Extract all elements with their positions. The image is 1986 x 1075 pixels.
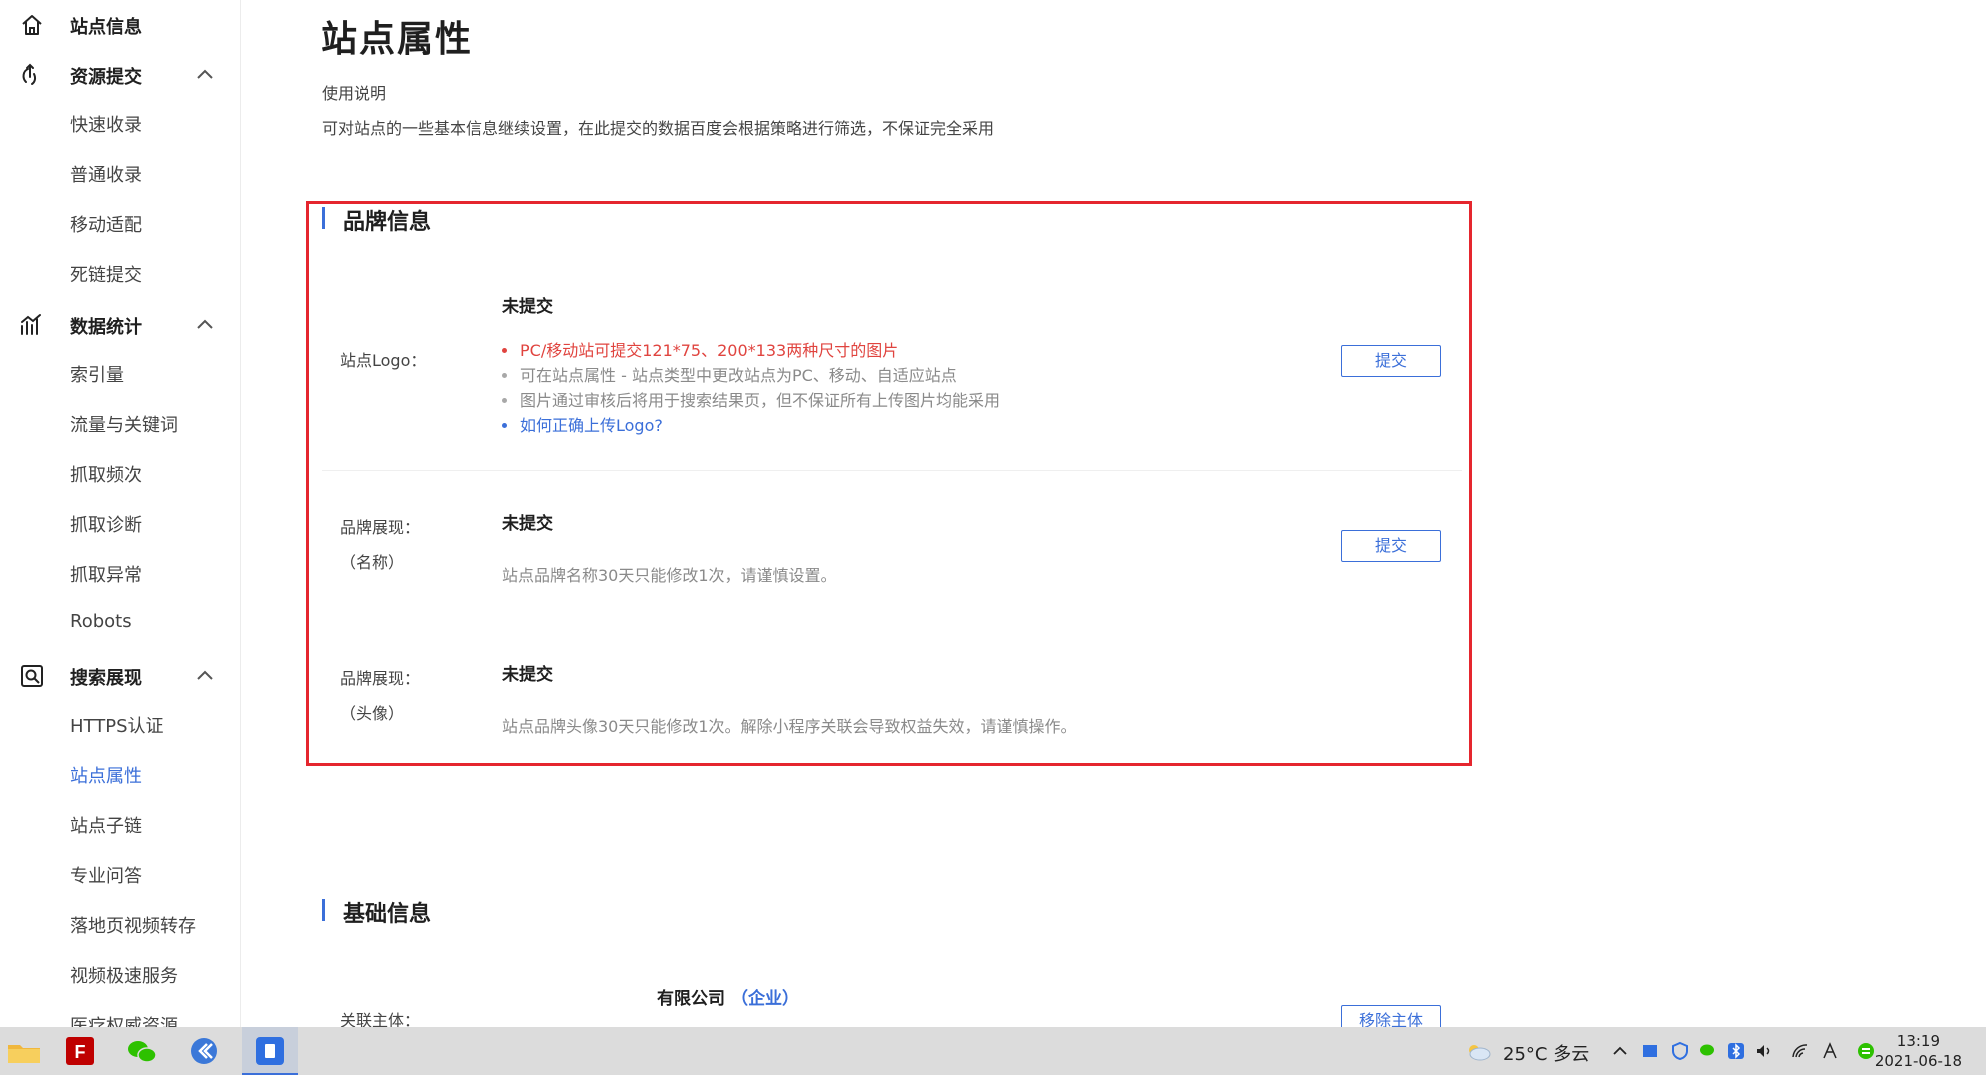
sidebar-group-search-display[interactable]: 搜索展现: [0, 655, 240, 695]
sidebar-item-crawl-errors[interactable]: 抓取异常: [70, 561, 142, 587]
chart-icon: [21, 314, 41, 335]
sidebar-item-landing-video[interactable]: 落地页视频转存: [70, 912, 196, 938]
brand-name-hint: 站点品牌名称30天只能修改1次，请谨慎设置。: [502, 566, 837, 585]
sidebar-group-data-stats[interactable]: 数据统计: [0, 304, 240, 344]
weather-text[interactable]: 25°C 多云: [1503, 1040, 1589, 1066]
sidebar-group-label: 数据统计: [70, 317, 142, 338]
taskbar: F 25°C 多云 13:19 2021-06-18: [0, 1027, 1986, 1075]
sidebar-item-normal-index[interactable]: 普通收录: [70, 161, 142, 187]
basic-section-title: 基础信息: [343, 902, 432, 927]
page-title: 站点属性: [321, 19, 474, 60]
input-method-icon[interactable]: [1820, 1041, 1840, 1061]
svg-text:F: F: [75, 1042, 86, 1062]
company-name-text: 有限公司: [657, 989, 725, 1009]
entity-label: 关联主体：: [340, 1011, 421, 1027]
sidebar-item-crawl-diagnosis[interactable]: 抓取诊断: [70, 511, 142, 537]
chevron-up-icon[interactable]: [196, 67, 214, 81]
clock-date: 2021-06-18: [1874, 1052, 1962, 1070]
remove-entity-button[interactable]: 移除主体: [1341, 1005, 1441, 1027]
sidebar-item-site-attributes[interactable]: 站点属性: [70, 762, 142, 788]
system-clock[interactable]: 13:19 2021-06-18: [1875, 1031, 1962, 1071]
brand-avatar-sublabel: （头像）: [340, 704, 405, 723]
brand-name-submit-button[interactable]: 提交: [1341, 530, 1441, 562]
company-name: 有限公司 （企业）: [657, 984, 799, 1009]
submit-icon: [22, 63, 37, 85]
sidebar-item-label: 站点信息: [70, 17, 142, 38]
sidebar-item-medical-resources[interactable]: 医疗权威资源: [70, 1012, 178, 1027]
brand-name-status: 未提交: [502, 514, 553, 534]
logo-status: 未提交: [502, 297, 553, 317]
sync-app-icon[interactable]: [1856, 1041, 1876, 1061]
sidebar-item-expert-qa[interactable]: 专业问答: [70, 862, 142, 888]
browser-icon[interactable]: [180, 1027, 228, 1075]
sidebar: 站点信息 资源提交 快速收录 普通收录 移动适配 死链提交 数据统计 索引量 流…: [0, 0, 241, 1027]
chevron-up-icon[interactable]: [196, 317, 214, 331]
usage-description: 可对站点的一些基本信息继续设置，在此提交的数据百度会根据策略进行筛选，不保证完全…: [322, 119, 995, 138]
section-accent-bar: [322, 899, 325, 921]
usage-title: 使用说明: [322, 84, 387, 103]
sidebar-item-robots[interactable]: Robots: [70, 611, 132, 632]
wifi-icon[interactable]: [1790, 1041, 1810, 1061]
shield-icon[interactable]: [1670, 1041, 1690, 1061]
bluetooth-icon[interactable]: [1726, 1041, 1746, 1061]
notes-logo-icon: [256, 1037, 284, 1065]
brand-avatar-label: 品牌展现：: [340, 669, 421, 688]
filezilla-logo-icon: F: [66, 1037, 94, 1065]
sidebar-item-https[interactable]: HTTPS认证: [70, 712, 164, 738]
chevron-up-icon[interactable]: [1610, 1041, 1630, 1061]
sidebar-item-dead-link[interactable]: 死链提交: [70, 261, 142, 287]
brand-name-sublabel: （名称）: [340, 553, 405, 572]
file-explorer-icon[interactable]: [0, 1027, 48, 1075]
logo-help-link[interactable]: 如何正确上传Logo?: [502, 413, 1000, 438]
logo-requirements-list: PC/移动站可提交121*75、200*133两种尺寸的图片 可在站点属性 - …: [502, 338, 1000, 438]
wechat-tray-icon[interactable]: [1698, 1041, 1718, 1061]
logo-site-type-note: 可在站点属性 - 站点类型中更改站点为PC、移动、自适应站点: [502, 363, 1000, 388]
folder-icon: [8, 1045, 40, 1063]
notes-icon[interactable]: [242, 1027, 298, 1075]
brand-name-label: 品牌展现：: [340, 518, 421, 537]
app-tray-icon[interactable]: [1640, 1041, 1660, 1061]
logo-size-requirement: PC/移动站可提交121*75、200*133两种尺寸的图片: [502, 338, 1000, 363]
home-icon: [22, 15, 42, 35]
speaker-icon[interactable]: [1754, 1041, 1774, 1061]
sidebar-item-site-info[interactable]: 站点信息: [0, 4, 240, 44]
filezilla-icon[interactable]: F: [56, 1027, 104, 1075]
sidebar-item-index-volume[interactable]: 索引量: [70, 361, 124, 387]
sidebar-item-video-speed[interactable]: 视频极速服务: [70, 962, 178, 988]
sidebar-item-sitelinks[interactable]: 站点子链: [70, 812, 142, 838]
logo-review-note: 图片通过审核后将用于搜索结果页，但不保证所有上传图片均能采用: [502, 388, 1000, 413]
logo-submit-button[interactable]: 提交: [1341, 345, 1441, 377]
weather-cloud-icon: [1469, 1045, 1491, 1061]
wechat-logo-icon: [128, 1041, 157, 1063]
sidebar-item-crawl-frequency[interactable]: 抓取频次: [70, 461, 142, 487]
sidebar-item-mobile-adapt[interactable]: 移动适配: [70, 211, 142, 237]
page: 站点信息 资源提交 快速收录 普通收录 移动适配 死链提交 数据统计 索引量 流…: [0, 0, 1986, 1075]
chevron-up-icon[interactable]: [196, 668, 214, 682]
brand-avatar-hint: 站点品牌头像30天只能修改1次。解除小程序关联会导致权益失效，请谨慎操作。: [502, 717, 1077, 736]
clock-time: 13:19: [1896, 1032, 1941, 1050]
company-type: （企业）: [731, 989, 799, 1009]
sidebar-group-label: 资源提交: [70, 67, 142, 88]
sidebar-group-resource-submit[interactable]: 资源提交: [0, 54, 240, 94]
sidebar-item-traffic-keywords[interactable]: 流量与关键词: [70, 411, 178, 437]
row-divider: [322, 470, 1462, 471]
search-display-icon: [21, 665, 43, 687]
highlight-annotation-box: [306, 201, 1472, 766]
section-accent-bar: [322, 207, 325, 229]
sidebar-item-quick-index[interactable]: 快速收录: [70, 111, 142, 137]
browser-logo-icon: [191, 1038, 217, 1064]
main-content: 站点属性 使用说明 可对站点的一些基本信息继续设置，在此提交的数据百度会根据策略…: [242, 0, 1986, 1027]
brand-avatar-status: 未提交: [502, 665, 553, 685]
logo-label: 站点Logo：: [340, 351, 427, 370]
wechat-icon[interactable]: [118, 1027, 166, 1075]
sidebar-group-label: 搜索展现: [70, 668, 142, 689]
brand-section-title: 品牌信息: [343, 210, 432, 235]
